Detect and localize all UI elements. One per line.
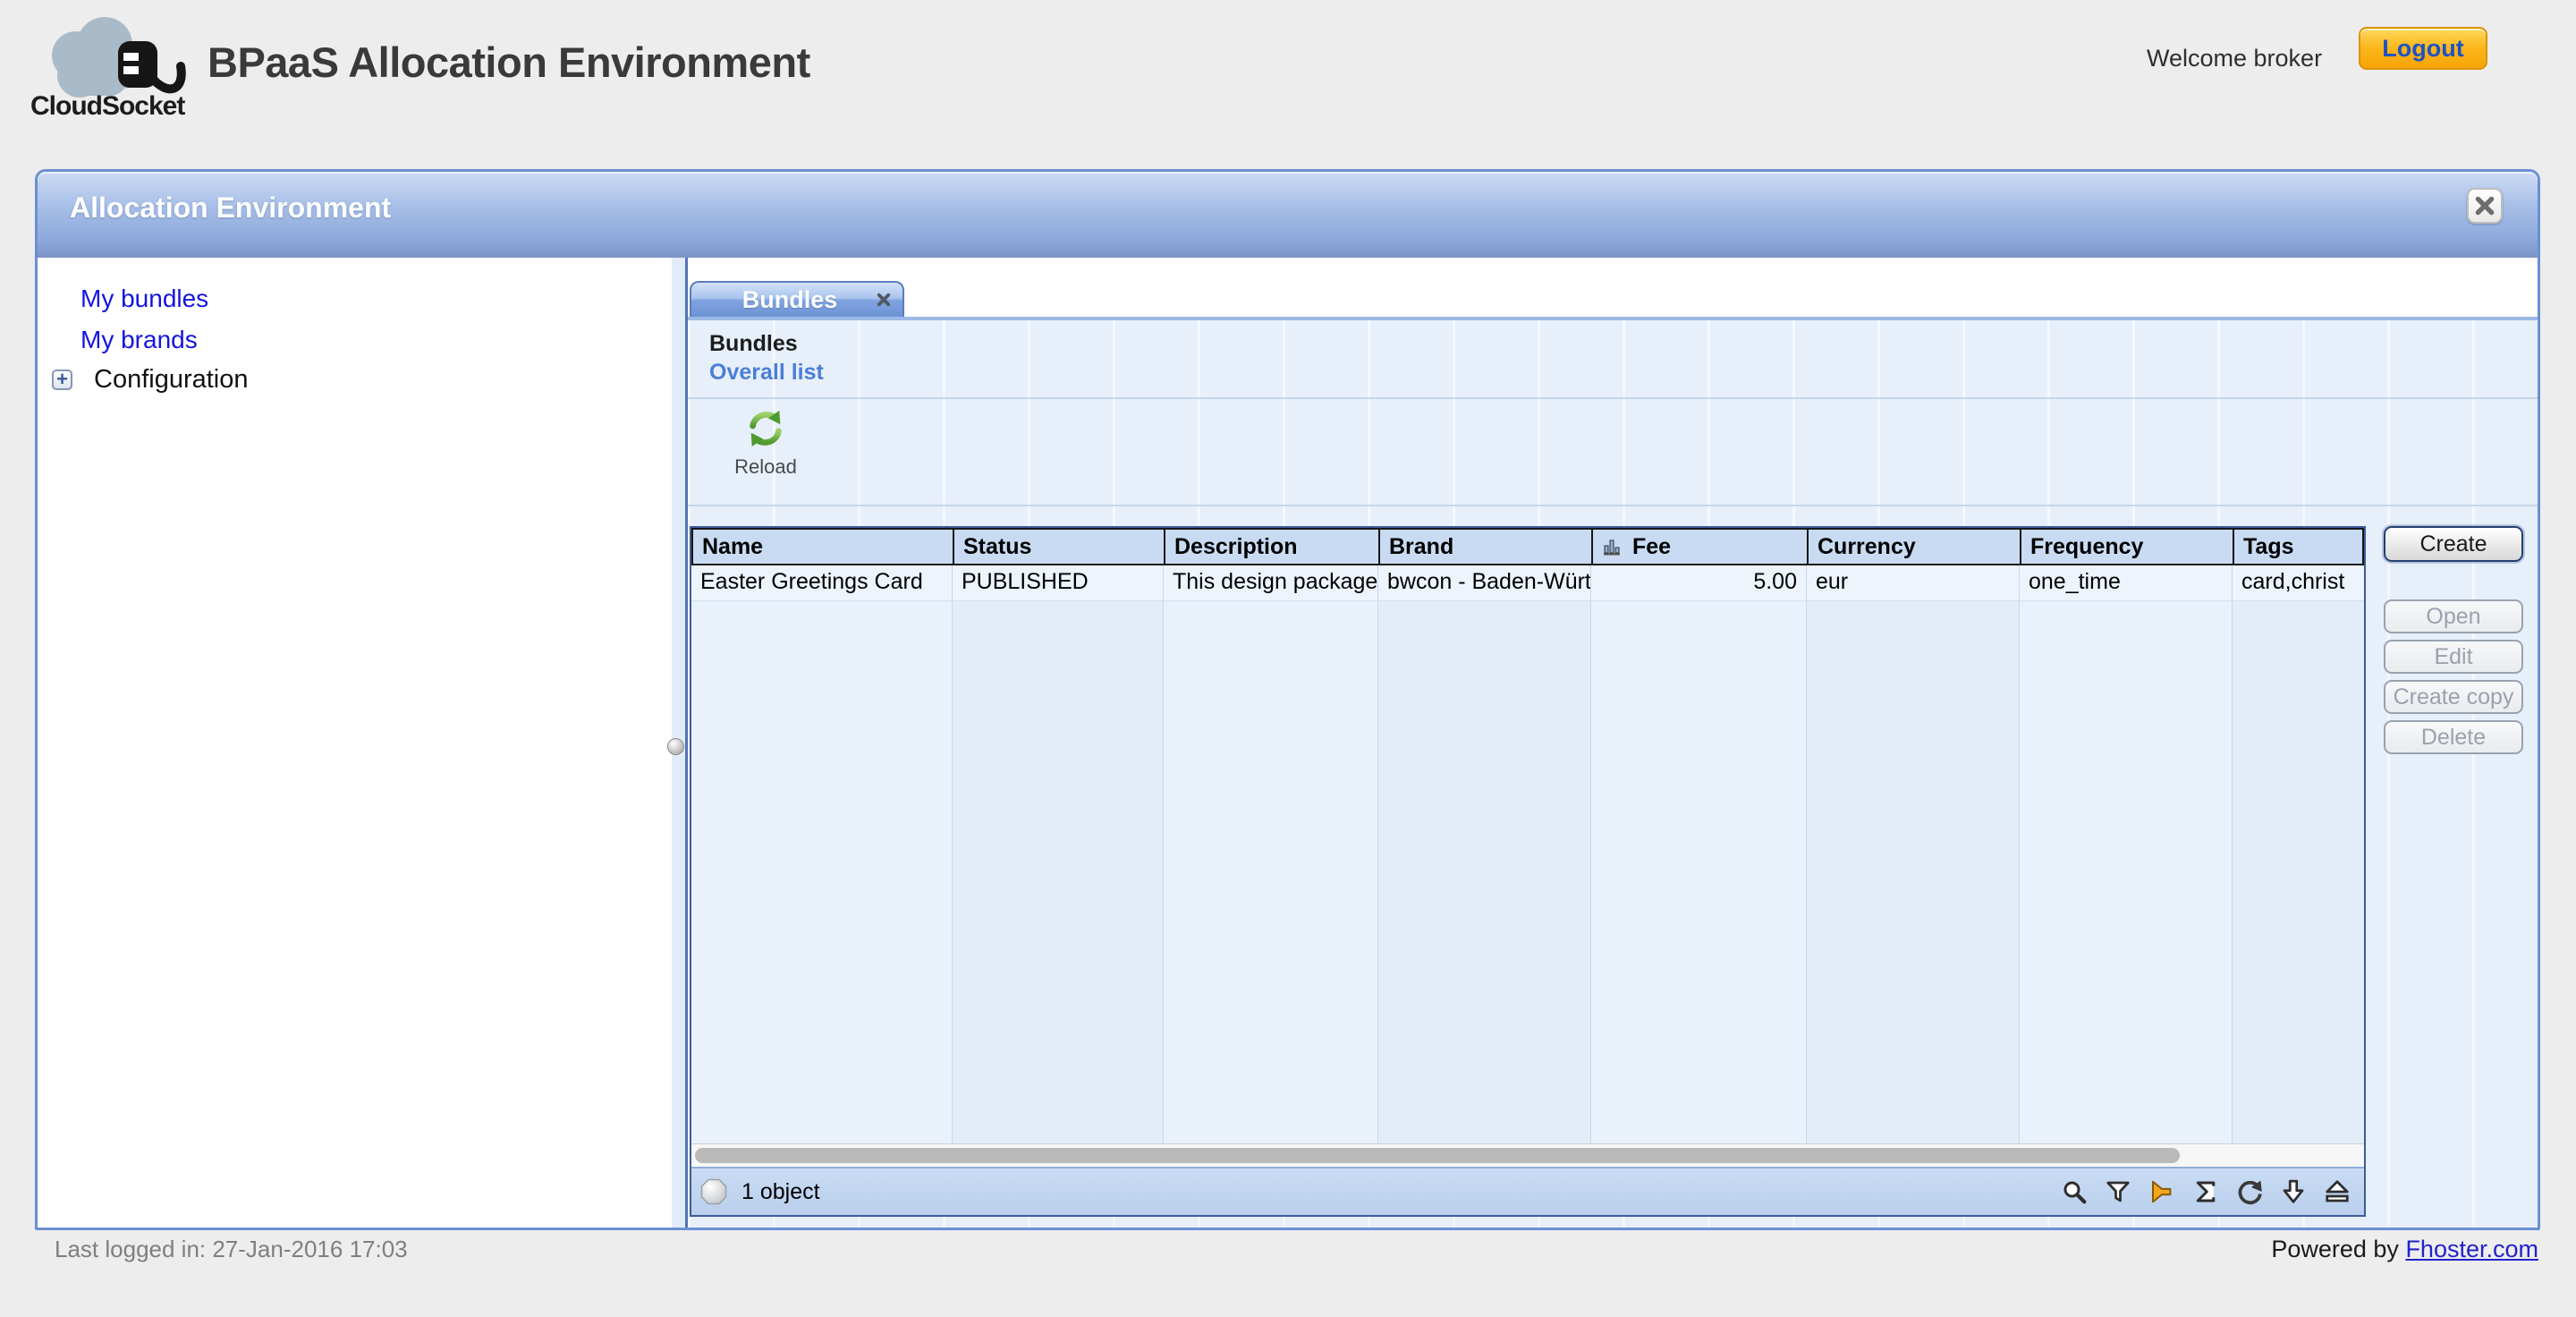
breadcrumb: Bundles Overall list bbox=[688, 320, 2538, 399]
logo-caption: CloudSocket bbox=[30, 91, 209, 122]
status-toolbar bbox=[2060, 1177, 2351, 1206]
tab-close-icon bbox=[876, 292, 892, 308]
bundles-grid: Name Status Description Brand Fee Curren… bbox=[690, 526, 2366, 1217]
fee-header-label: Fee bbox=[1632, 534, 1671, 560]
reload-icon bbox=[745, 408, 786, 449]
sidebar-item-configuration[interactable]: + Configuration bbox=[52, 365, 249, 395]
cell-currency[interactable]: eur bbox=[1807, 565, 2019, 601]
column-header-fee[interactable]: Fee bbox=[1593, 530, 1809, 564]
column-header-frequency[interactable]: Frequency bbox=[2021, 530, 2234, 564]
create-copy-button[interactable]: Create copy bbox=[2384, 680, 2523, 714]
window-close-button[interactable] bbox=[2467, 188, 2503, 224]
zoom-icon[interactable] bbox=[2060, 1177, 2089, 1206]
reload-button[interactable]: Reload bbox=[725, 408, 806, 479]
open-button[interactable]: Open bbox=[2384, 599, 2523, 633]
cell-name[interactable]: Easter Greetings Card bbox=[691, 565, 952, 601]
tab-strip: Bundles bbox=[688, 258, 2538, 320]
filter-icon[interactable] bbox=[2104, 1177, 2132, 1206]
scrollbar-thumb[interactable] bbox=[695, 1148, 2180, 1163]
column-header-currency[interactable]: Currency bbox=[1809, 530, 2021, 564]
grid-toolbar: Reload bbox=[688, 401, 2538, 506]
cell-fee[interactable]: 5.00 bbox=[1591, 565, 1806, 601]
tab-label: Bundles bbox=[691, 286, 872, 314]
cell-tags[interactable]: card,christ bbox=[2233, 565, 2364, 601]
column-header-tags[interactable]: Tags bbox=[2234, 530, 2362, 564]
cell-frequency[interactable]: one_time bbox=[2020, 565, 2232, 601]
close-icon bbox=[2473, 194, 2496, 217]
tab-close-button[interactable] bbox=[872, 288, 895, 311]
fhoster-link[interactable]: Fhoster.com bbox=[2405, 1236, 2538, 1262]
grid-statusbar: 1 object bbox=[691, 1167, 2364, 1215]
column-header-name[interactable]: Name bbox=[693, 530, 954, 564]
sidebar: My bundles My brands + Configuration bbox=[38, 258, 672, 1228]
breadcrumb-section: Bundles bbox=[709, 331, 2538, 357]
reload-label: Reload bbox=[725, 455, 806, 479]
delete-button[interactable]: Delete bbox=[2384, 720, 2523, 754]
sidebar-item-my-bundles[interactable]: My bundles bbox=[80, 285, 208, 313]
grid-body: Easter Greetings Card PUBLISHED This des… bbox=[691, 565, 2364, 1143]
content-panel: Bundles Bundles Overall list bbox=[685, 258, 2538, 1228]
column-header-description[interactable]: Description bbox=[1165, 530, 1380, 564]
welcome-text: Welcome broker bbox=[2147, 45, 2322, 72]
splitter-handle[interactable] bbox=[667, 738, 684, 755]
app-title: BPaaS Allocation Environment bbox=[208, 38, 810, 87]
powered-by-text: Powered by Fhoster.com bbox=[2271, 1236, 2538, 1263]
column-header-status[interactable]: Status bbox=[954, 530, 1165, 564]
status-octagon-icon bbox=[700, 1178, 727, 1205]
create-button[interactable]: Create bbox=[2384, 526, 2523, 562]
grid-header-row: Name Status Description Brand Fee Curren… bbox=[691, 528, 2364, 565]
horizontal-scrollbar[interactable] bbox=[691, 1143, 2364, 1167]
eject-icon[interactable] bbox=[2323, 1177, 2351, 1206]
window-title: Allocation Environment bbox=[70, 191, 391, 225]
tab-bundles[interactable]: Bundles bbox=[690, 281, 904, 317]
column-header-brand[interactable]: Brand bbox=[1380, 530, 1593, 564]
window-titlebar: Allocation Environment bbox=[38, 172, 2538, 258]
cell-status[interactable]: PUBLISHED bbox=[953, 565, 1163, 601]
sidebar-item-my-brands[interactable]: My brands bbox=[80, 326, 198, 354]
sum-icon[interactable] bbox=[2191, 1177, 2220, 1206]
powered-by-label: Powered by bbox=[2271, 1236, 2399, 1262]
cell-description[interactable]: This design package bbox=[1164, 565, 1377, 601]
allocation-environment-window: Allocation Environment My bundles My bra… bbox=[35, 169, 2540, 1230]
fee-stats-icon bbox=[1602, 537, 1623, 557]
object-count: 1 object bbox=[741, 1179, 820, 1205]
configuration-label: Configuration bbox=[94, 365, 249, 395]
last-login-text: Last logged in: 27-Jan-2016 17:03 bbox=[55, 1236, 408, 1263]
logout-button[interactable]: Logout bbox=[2359, 27, 2487, 70]
expand-plus-icon[interactable]: + bbox=[52, 370, 72, 390]
reset-icon[interactable] bbox=[2235, 1177, 2264, 1206]
download-icon[interactable] bbox=[2279, 1177, 2308, 1206]
breadcrumb-view[interactable]: Overall list bbox=[709, 360, 2538, 386]
cell-brand[interactable]: bwcon - Baden-Württ bbox=[1378, 565, 1590, 601]
edit-button[interactable]: Edit bbox=[2384, 640, 2523, 674]
quick-filter-icon[interactable] bbox=[2148, 1177, 2176, 1206]
